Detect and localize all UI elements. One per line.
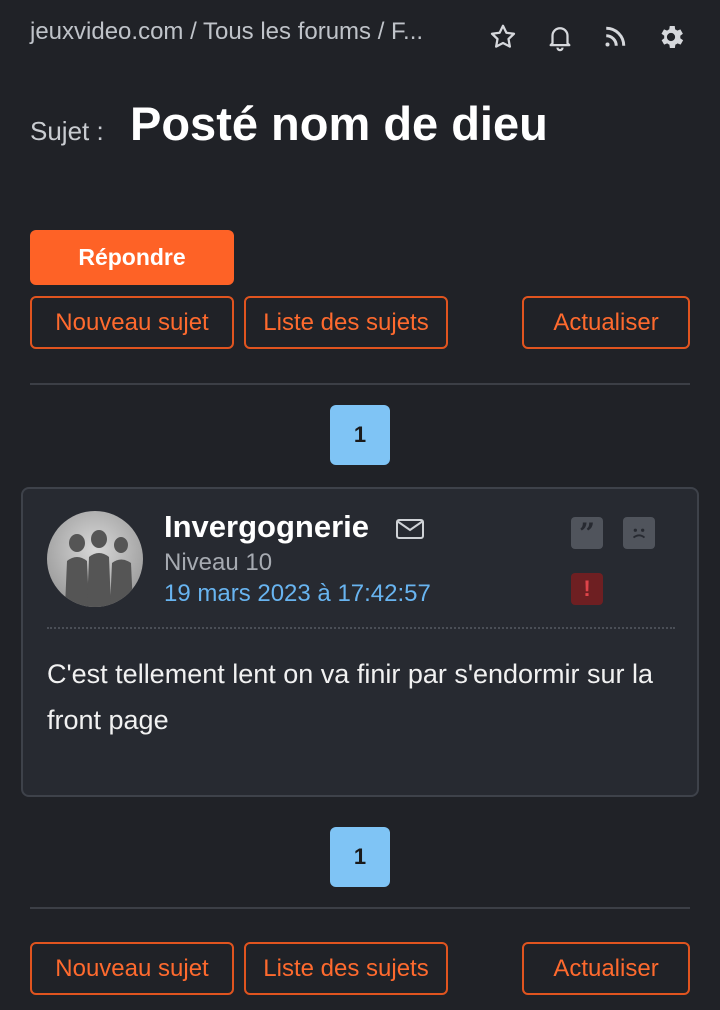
avatar[interactable]: [47, 511, 143, 607]
star-icon[interactable]: [486, 20, 520, 54]
quote-icon[interactable]: ”: [571, 517, 603, 550]
topic-label: Sujet :: [30, 116, 104, 146]
mail-icon[interactable]: [395, 518, 425, 540]
gear-icon[interactable]: [654, 20, 688, 54]
topic-list-button-bottom[interactable]: Liste des sujets: [244, 942, 448, 995]
sad-face-icon[interactable]: [623, 517, 655, 549]
divider-bottom: [30, 907, 690, 909]
page-title: Posté nom de dieu: [130, 97, 548, 150]
post-body: C'est tellement lent on va finir par s'e…: [47, 659, 654, 735]
new-topic-button-bottom[interactable]: Nouveau sujet: [30, 942, 234, 995]
post-separator: [47, 627, 675, 629]
page-button-current[interactable]: 1: [330, 405, 390, 465]
post-author[interactable]: Invergognerie: [164, 509, 369, 545]
post-date[interactable]: 19 mars 2023 à 17:42:57: [164, 580, 431, 608]
divider: [30, 383, 690, 385]
post-card: Invergognerie Niveau 10 19 mars 2023 à 1…: [21, 487, 699, 797]
reply-button[interactable]: Répondre: [30, 230, 234, 285]
topic-list-button[interactable]: Liste des sujets: [244, 296, 448, 349]
rss-icon[interactable]: [598, 20, 632, 54]
topic-header: Sujet : Posté nom de dieu: [30, 96, 690, 156]
bell-icon[interactable]: [543, 20, 577, 54]
breadcrumb[interactable]: jeuxvideo.com / Tous les forums / F...: [30, 18, 470, 46]
post-author-level: Niveau 10: [164, 549, 273, 576]
new-topic-button[interactable]: Nouveau sujet: [30, 296, 234, 349]
refresh-button-bottom[interactable]: Actualiser: [522, 942, 690, 995]
page-button-current-bottom[interactable]: 1: [330, 827, 390, 887]
refresh-button[interactable]: Actualiser: [522, 296, 690, 349]
alert-icon[interactable]: !: [571, 573, 603, 605]
top-bar: jeuxvideo.com / Tous les forums / F...: [30, 14, 690, 54]
